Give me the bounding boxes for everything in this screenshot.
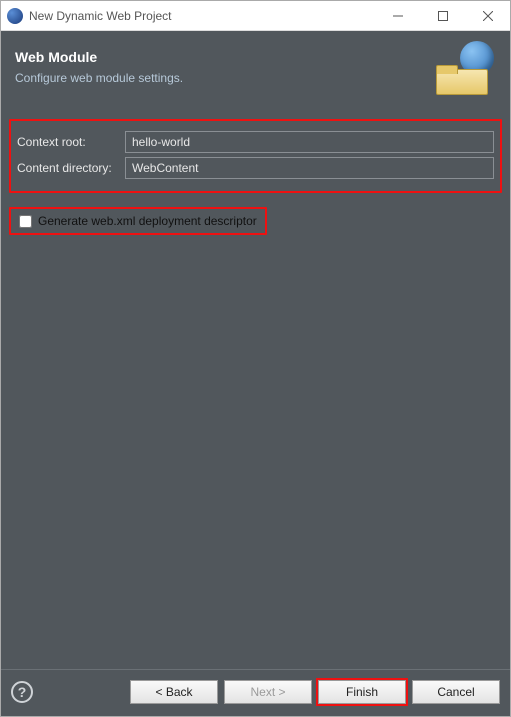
generate-webxml-checkbox[interactable] <box>19 215 32 228</box>
context-root-label: Context root: <box>17 135 125 149</box>
maximize-icon <box>438 11 448 21</box>
content-directory-row: Content directory: <box>17 157 494 179</box>
page-subtitle: Configure web module settings. <box>15 71 436 85</box>
cancel-button[interactable]: Cancel <box>412 680 500 704</box>
app-icon <box>7 8 23 24</box>
wizard-content: Context root: Content directory: Generat… <box>1 107 510 669</box>
wizard-header: Web Module Configure web module settings… <box>1 31 510 107</box>
wizard-footer: ? < Back Next > Finish Cancel <box>1 669 510 716</box>
dialog-window: New Dynamic Web Project Web Module Confi… <box>0 0 511 717</box>
close-icon <box>483 11 493 21</box>
next-button: Next > <box>224 680 312 704</box>
page-title: Web Module <box>15 49 436 65</box>
help-icon: ? <box>18 684 27 700</box>
content-directory-input[interactable] <box>125 157 494 179</box>
back-button[interactable]: < Back <box>130 680 218 704</box>
generate-webxml-highlight: Generate web.xml deployment descriptor <box>9 207 267 235</box>
web-module-fields-highlight: Context root: Content directory: <box>9 119 502 193</box>
close-button[interactable] <box>465 1 510 30</box>
minimize-button[interactable] <box>375 1 420 30</box>
titlebar: New Dynamic Web Project <box>1 1 510 31</box>
content-directory-label: Content directory: <box>17 161 125 175</box>
window-title: New Dynamic Web Project <box>29 9 375 23</box>
generate-webxml-label: Generate web.xml deployment descriptor <box>38 214 257 228</box>
finish-button[interactable]: Finish <box>318 680 406 704</box>
context-root-row: Context root: <box>17 131 494 153</box>
context-root-input[interactable] <box>125 131 494 153</box>
wizard-banner-icon <box>436 41 496 93</box>
help-button[interactable]: ? <box>11 681 33 703</box>
maximize-button[interactable] <box>420 1 465 30</box>
minimize-icon <box>393 11 403 21</box>
